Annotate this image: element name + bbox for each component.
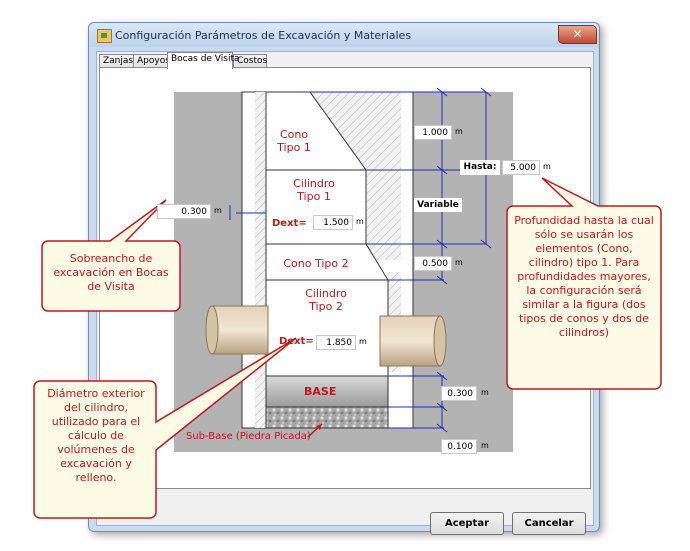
label-variable: Variable [414, 198, 462, 212]
dext-cyl1-input[interactable]: 1.500 [313, 215, 353, 230]
label-cilindro-tipo-1: Cilindro Tipo 1 [293, 177, 335, 203]
dext-cyl2-input[interactable]: 1.850 [316, 335, 356, 350]
label-dext-2: Dext= [279, 336, 314, 347]
hasta-depth-input[interactable]: 5.000 [502, 160, 540, 175]
label-cilindro-tipo-2: Cilindro Tipo 2 [305, 287, 347, 313]
unit-cone1: m [455, 127, 463, 136]
label-cono-tipo-1: Cono Tipo 1 [277, 128, 311, 154]
label-cono-tipo-2: Cono Tipo 2 [283, 257, 349, 270]
pipe-left [211, 305, 269, 355]
cone1-height-input[interactable]: 1.000 [414, 125, 452, 140]
tab-bocas-de-visita[interactable]: Bocas de Visita [167, 52, 240, 69]
callout-diametro: Diámetro exterior del cilindro, utilizad… [47, 387, 145, 484]
base-height-input[interactable]: 0.300 [441, 386, 477, 401]
cone2-height-input[interactable]: 0.500 [414, 256, 452, 271]
unit-cone2: m [455, 258, 463, 267]
unit-subbase: m [481, 441, 489, 450]
unit-sobreancho: m [214, 206, 222, 215]
unit-dext1: m [356, 217, 364, 226]
label-hasta: Hasta: [460, 160, 500, 175]
sub-base-gravel [265, 406, 389, 429]
unit-hasta: m [543, 162, 551, 171]
label-base: BASE [304, 385, 337, 398]
callout-profundidad: Profundidad hasta la cual sólo se usarán… [514, 214, 654, 339]
unit-base: m [481, 388, 489, 397]
unit-dext2: m [359, 337, 367, 346]
pipe-right [379, 315, 441, 367]
label-sub-base: Sub-Base (Piedra Picada) [186, 431, 311, 442]
callout-sobreancho: Sobreancho de excavación en Bocas de Vis… [53, 252, 169, 293]
label-dext-1: Dext= [272, 218, 307, 229]
sobreancho-input[interactable]: 0.300 [157, 204, 211, 219]
subbase-height-input[interactable]: 0.100 [441, 439, 477, 454]
